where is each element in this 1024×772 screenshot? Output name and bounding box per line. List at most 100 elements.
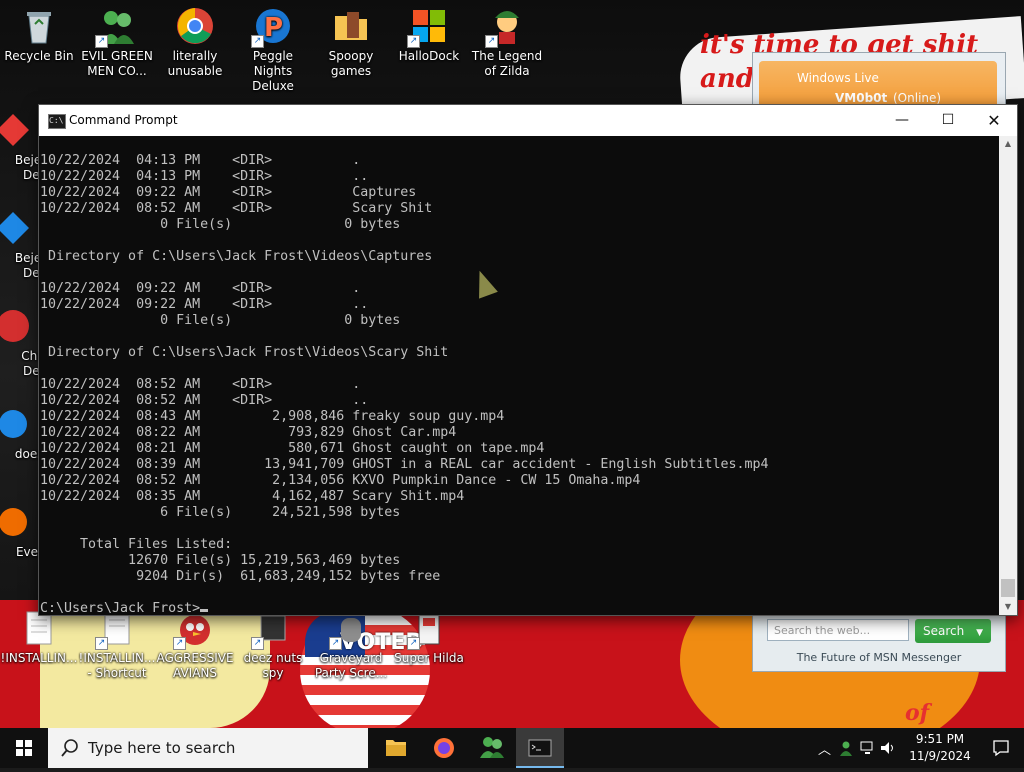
desktop-icon-evil-green-men[interactable]: ↗ EVIL GREEN MEN CO... [78,6,156,79]
tray-network[interactable] [860,728,878,768]
console-line: 10/22/2024 08:21 AM 580,671 Ghost caught… [40,441,545,456]
console-line: 10/22/2024 08:52 AM <DIR> Scary Shit [40,201,433,216]
shortcut-arrow-icon: ↗ [329,637,342,650]
network-icon [860,741,873,754]
desktop-icon-peggle[interactable]: P ↗ Peggle Nights Deluxe [234,6,312,94]
taskbar-firefox[interactable] [420,728,468,768]
chevron-up-icon: ︿ [818,743,832,758]
taskbar-clock[interactable]: 9:51 PM 11/9/2024 [900,731,980,765]
app-icon [0,502,33,542]
wallpaper-pumpkin-text: of [905,700,930,726]
window-titlebar[interactable]: C:\ Command Prompt — ☐ ✕ [39,105,1017,136]
console-line: 10/22/2024 04:13 PM <DIR> . [40,153,361,168]
console-line: 9204 Dir(s) 61,683,249,152 bytes free [40,569,441,584]
messenger-buddies-icon [480,737,504,758]
shortcut-arrow-icon: ↗ [407,35,420,48]
console-line: 6 File(s) 24,521,598 bytes [40,505,401,520]
desktop-icon-aggressive-avians[interactable]: ↗ AGGRESSIVE AVIANS [156,608,234,681]
desktop-icon-hallodock[interactable]: ↗ HalloDock [390,6,468,64]
taskbar-command-prompt[interactable] [516,728,564,768]
console-line: 0 File(s) 0 bytes [40,313,401,328]
maximize-button[interactable]: ☐ [925,105,971,136]
app-icon [0,404,33,444]
tray-messenger[interactable] [838,728,856,768]
tray-volume[interactable] [880,728,898,768]
scroll-down-icon[interactable]: ▼ [999,599,1017,615]
peggle-icon: P ↗ [251,6,293,48]
console-line: 10/22/2024 08:35 AM 4,162,487 Scary Shit… [40,489,465,504]
folder-icon [386,740,406,756]
console-line: Directory of C:\Users\Jack Frost\Videos\… [40,249,433,264]
console-line: 10/22/2024 08:52 AM <DIR> .. [40,393,369,408]
console-line: 10/22/2024 08:39 AM 13,941,709 GHOST in … [40,457,769,472]
bejeweled-icon [0,110,33,150]
console-line: 10/22/2024 08:52 AM <DIR> . [40,377,361,392]
console-line: 10/22/2024 08:43 AM 2,908,846 freaky sou… [40,409,505,424]
messenger-search-button[interactable]: Search ▼ [915,619,991,643]
windows-logo-icon: ↗ [407,6,449,48]
console-line: 10/22/2024 09:22 AM <DIR> .. [40,297,369,312]
console-line: 0 File(s) 0 bytes [40,217,401,232]
search-icon [61,739,78,757]
messenger-tray-icon [840,741,852,756]
shortcut-arrow-icon: ↗ [173,637,186,650]
desktop-icon-spoopy-games[interactable]: Spoopy games [312,6,390,79]
console-line: Total Files Listed: [40,537,233,552]
desktop-icon-graveyard-party[interactable]: ↗ Graveyard Party Scre... [312,608,390,681]
taskbar-search-box[interactable]: Type here to search [48,728,368,768]
shortcut-arrow-icon: ↗ [95,637,108,650]
clock-time: 9:51 PM [915,732,965,746]
shortcut-arrow-icon: ↗ [95,35,108,48]
scroll-up-icon[interactable]: ▲ [999,136,1017,152]
command-prompt-line[interactable]: C:\Users\Jack Frost> [40,601,209,615]
shortcut-arrow-icon: ↗ [251,637,264,650]
console-line: 10/22/2024 04:13 PM <DIR> .. [40,169,369,184]
shortcut-arrow-icon: ↗ [251,35,264,48]
vertical-scrollbar[interactable]: ▲ ▼ [999,136,1017,615]
action-center-icon [993,740,1009,757]
clock-date: 11/9/2024 [909,749,971,763]
taskbar: Type here to search ︿ 9:51 PM 11/9/2024 [0,728,1024,768]
windows-start-icon [16,740,32,756]
command-prompt-window[interactable]: C:\ Command Prompt — ☐ ✕ 10/22/2024 04:1… [38,104,1018,616]
shortcut-arrow-icon: ↗ [407,637,420,650]
scrollbar-thumb[interactable] [1001,579,1015,597]
desktop-icon-deez-nuts-spy[interactable]: ↗ deez nuts spy [234,608,312,681]
chuzzle-icon [0,306,33,346]
recycle-bin-icon [19,6,59,46]
console-line: 10/22/2024 08:52 AM 2,134,056 KXVO Pumpk… [40,473,641,488]
chrome-icon [175,6,215,46]
desktop-icon-installing-shortcut[interactable]: ↗ !INSTALLIN... - Shortcut [78,608,156,681]
svg-text:P: P [264,13,283,43]
console-output[interactable]: 10/22/2024 04:13 PM <DIR> . 10/22/2024 0… [39,136,999,615]
shortcut-arrow-icon: ↗ [485,35,498,48]
start-button[interactable] [0,728,48,768]
console-line: 10/22/2024 09:22 AM <DIR> . [40,281,361,296]
text-cursor [200,609,209,612]
speaker-icon [881,742,893,754]
terminal-icon: C:\ [48,114,66,129]
messenger-search-input[interactable]: Search the web... [767,619,909,641]
console-line: 12670 File(s) 15,219,563,469 bytes [40,553,401,568]
desktop-icon-literally-unusable[interactable]: literally unusable [156,6,234,79]
folder-icon [331,6,371,46]
bejeweled-icon [0,208,33,248]
notifications-button[interactable] [980,728,1024,768]
desktop-icon-recycle-bin[interactable]: Recycle Bin [0,6,78,64]
console-line: 10/22/2024 09:22 AM <DIR> Captures [40,185,417,200]
chevron-down-icon: ▼ [976,628,983,638]
minimize-button[interactable]: — [879,105,925,136]
taskbar-file-explorer[interactable] [372,728,420,768]
desktop-icon-super-hilda[interactable]: ↗ Super Hilda [390,608,468,666]
zilda-icon: ↗ [485,6,527,48]
firefox-icon [434,738,454,758]
console-line: Directory of C:\Users\Jack Frost\Videos\… [40,345,449,360]
taskbar-messenger[interactable] [468,728,516,768]
desktop-icon-legend-of-zilda[interactable]: ↗ The Legend of Zilda [468,6,546,79]
messenger-tagline: The Future of MSN Messenger [796,651,962,664]
window-title: Command Prompt [69,113,178,127]
show-hidden-icons-button[interactable]: ︿ [814,728,834,768]
desktop-icon-installing[interactable]: !INSTALLIN... [0,608,78,666]
close-button[interactable]: ✕ [971,105,1017,136]
console-line: 10/22/2024 08:22 AM 793,829 Ghost Car.mp… [40,425,457,440]
